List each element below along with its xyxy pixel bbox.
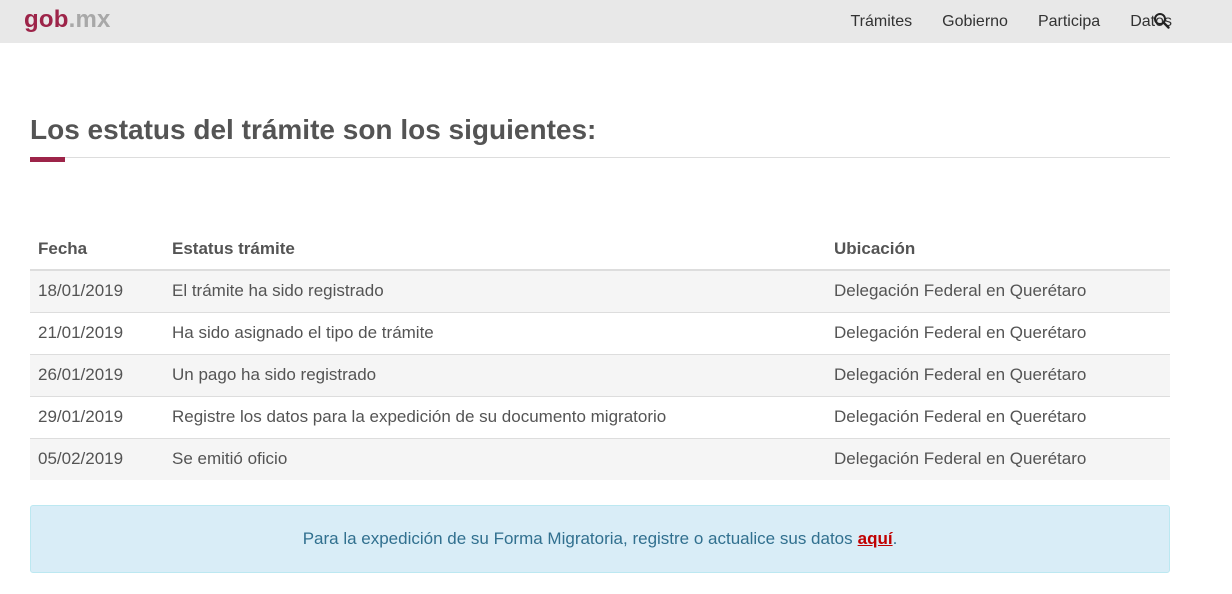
table-header-row: Fecha Estatus trámite Ubicación bbox=[30, 228, 1170, 271]
info-alert: Para la expedición de su Forma Migratori… bbox=[30, 505, 1170, 573]
main-nav: Trámites Gobierno Participa Datos bbox=[820, 0, 1172, 43]
nav-participa[interactable]: Participa bbox=[1038, 13, 1100, 31]
table-row: 05/02/2019 Se emitió oficio Delegación F… bbox=[30, 437, 1170, 480]
cell-estatus: Ha sido asignado el tipo de trámite bbox=[164, 311, 826, 354]
header-fecha: Fecha bbox=[30, 228, 164, 271]
cell-estatus: El trámite ha sido registrado bbox=[164, 269, 826, 312]
cell-ubicacion: Delegación Federal en Querétaro bbox=[826, 353, 1170, 396]
status-table: Fecha Estatus trámite Ubicación 18/01/20… bbox=[30, 228, 1170, 480]
nav-gobierno[interactable]: Gobierno bbox=[942, 13, 1008, 31]
top-navbar: gob.mx Trámites Gobierno Participa Datos bbox=[0, 0, 1232, 43]
cell-estatus: Un pago ha sido registrado bbox=[164, 353, 826, 396]
logo-mx: .mx bbox=[68, 6, 111, 33]
cell-ubicacion: Delegación Federal en Querétaro bbox=[826, 311, 1170, 354]
header-estatus: Estatus trámite bbox=[164, 228, 826, 271]
notice-suffix: . bbox=[892, 529, 898, 548]
page-title: Los estatus del trámite son los siguient… bbox=[30, 114, 597, 145]
cell-fecha: 29/01/2019 bbox=[30, 395, 164, 438]
cell-ubicacion: Delegación Federal en Querétaro bbox=[826, 437, 1170, 480]
table-row: 18/01/2019 El trámite ha sido registrado… bbox=[30, 269, 1170, 312]
gobmx-logo[interactable]: gob.mx bbox=[24, 6, 111, 34]
cell-fecha: 21/01/2019 bbox=[30, 311, 164, 354]
cell-ubicacion: Delegación Federal en Querétaro bbox=[826, 269, 1170, 312]
title-accent-bar bbox=[30, 157, 65, 162]
cell-fecha: 18/01/2019 bbox=[30, 269, 164, 312]
logo-gob: gob bbox=[24, 6, 69, 33]
search-icon[interactable] bbox=[1153, 12, 1171, 30]
cell-ubicacion: Delegación Federal en Querétaro bbox=[826, 395, 1170, 438]
aqui-link[interactable]: aquí bbox=[858, 529, 893, 549]
title-divider bbox=[30, 157, 1170, 158]
table-row: 29/01/2019 Registre los datos para la ex… bbox=[30, 395, 1170, 438]
cell-fecha: 05/02/2019 bbox=[30, 437, 164, 480]
table-row: 26/01/2019 Un pago ha sido registrado De… bbox=[30, 353, 1170, 396]
cell-fecha: 26/01/2019 bbox=[30, 353, 164, 396]
table-row: 21/01/2019 Ha sido asignado el tipo de t… bbox=[30, 311, 1170, 354]
cell-estatus: Registre los datos para la expedición de… bbox=[164, 395, 826, 438]
cell-estatus: Se emitió oficio bbox=[164, 437, 826, 480]
nav-tramites[interactable]: Trámites bbox=[850, 13, 912, 31]
notice-text: Para la expedición de su Forma Migratori… bbox=[302, 529, 853, 548]
header-ubicacion: Ubicación bbox=[826, 228, 1170, 271]
